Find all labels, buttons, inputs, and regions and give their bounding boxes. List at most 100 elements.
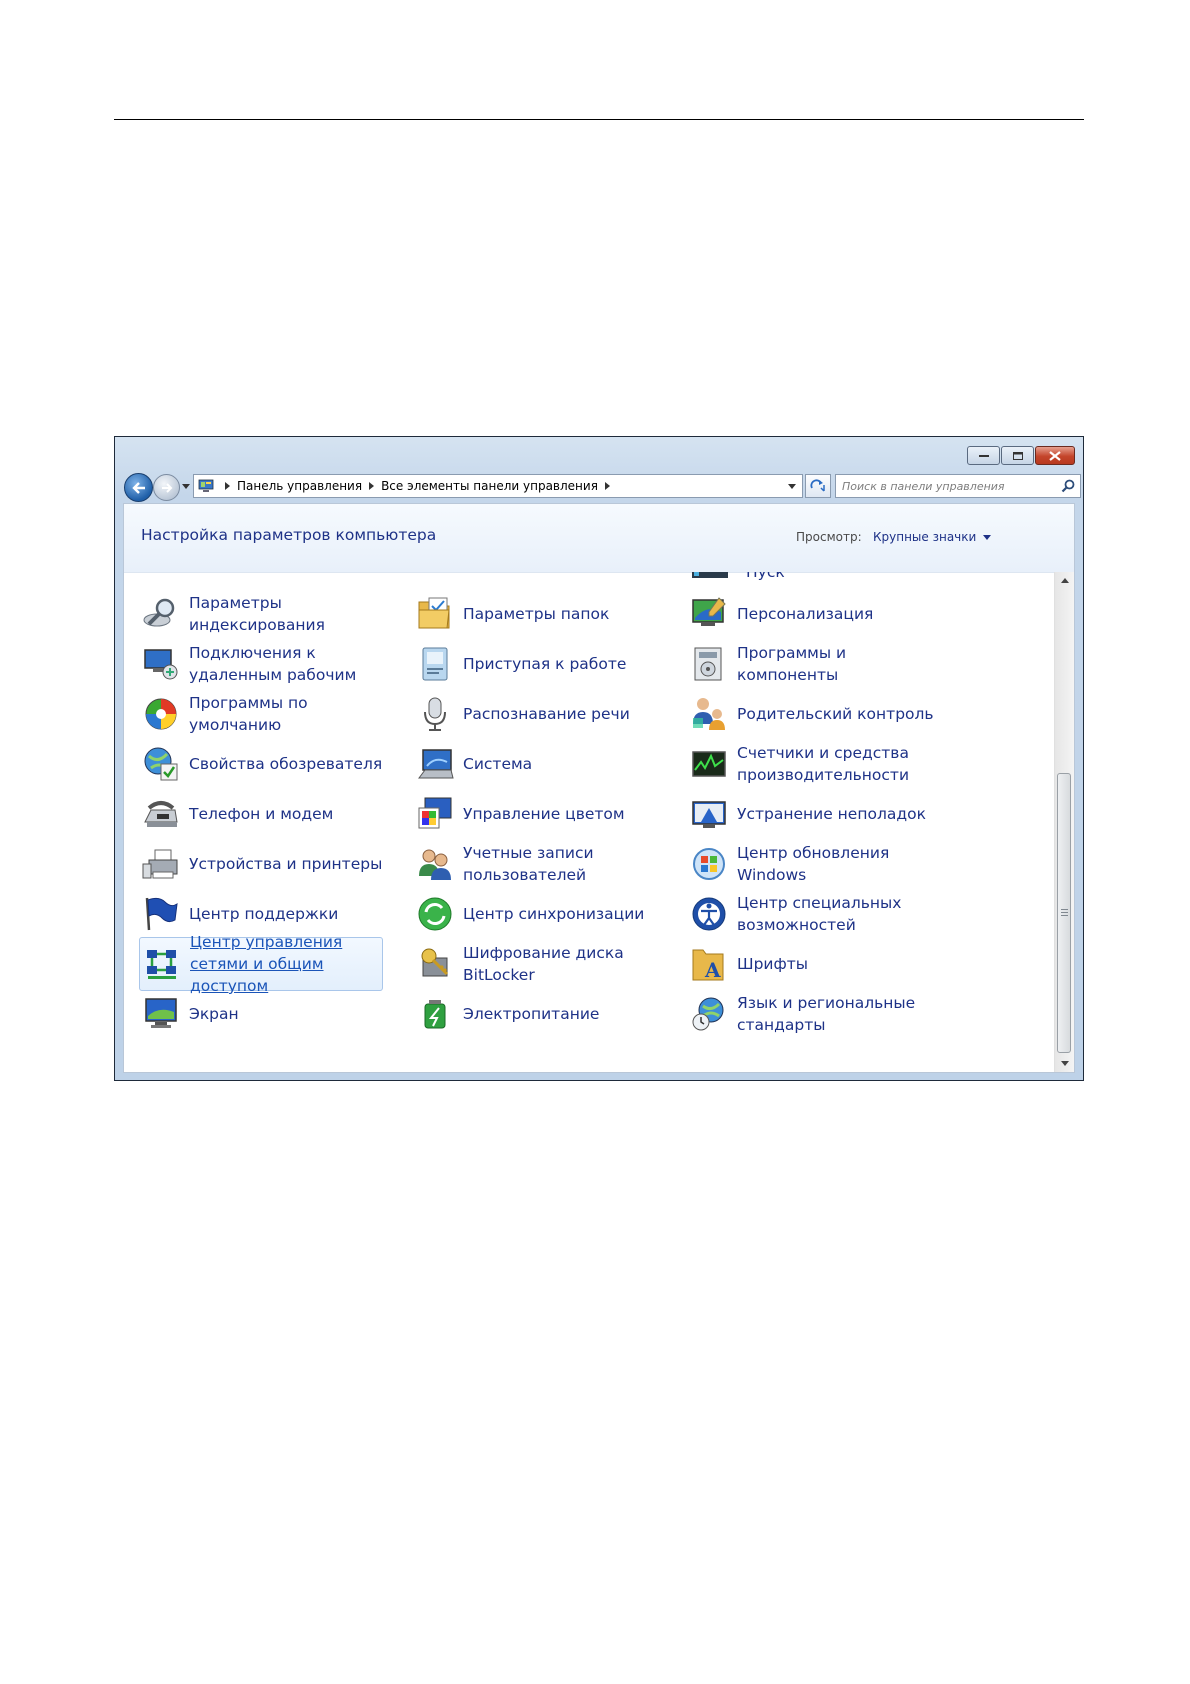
search-icon[interactable] [1061,479,1075,493]
item-network-sharing-center[interactable]: Центр управления сетями и общим доступом [139,933,383,995]
item-label[interactable]: Управление цветом [463,803,668,825]
item-programs-features[interactable]: Программы и компоненты [689,639,942,689]
search-input[interactable] [842,478,1047,494]
item-color-management[interactable]: Управление цветом [415,789,668,839]
address-dropdown-icon[interactable] [788,484,796,489]
content-pane: Настройка параметров компьютера Просмотр… [123,503,1075,1073]
start-menu-icon[interactable] [692,572,728,580]
item-label[interactable]: Центр управления сетями и общим доступом [190,931,382,997]
item-label[interactable]: Свойства обозревателя [189,753,394,775]
item-label[interactable]: Центр поддержки [189,903,394,925]
item-default-programs[interactable]: Программы по умолчанию [141,689,394,739]
windows-update-icon [693,848,725,880]
back-button[interactable] [124,473,153,502]
breadcrumb-all-items[interactable]: Все элементы панели управления [381,479,598,493]
partial-item-icon[interactable] [146,572,176,574]
scroll-up-button[interactable] [1055,572,1074,589]
item-user-accounts[interactable]: Учетные записи пользователей [415,839,668,889]
item-performance[interactable]: Счетчики и средства производительности [689,739,942,789]
item-folder-options[interactable]: Параметры папок [415,589,668,639]
item-getting-started[interactable]: Приступая к работе [415,639,668,689]
item-label[interactable]: Распознавание речи [463,703,668,725]
item-label[interactable]: Счетчики и средства производительности [737,742,942,786]
scroll-down-button[interactable] [1055,1055,1074,1072]
item-fonts[interactable]: A Шрифты [689,939,942,989]
item-label[interactable]: Экран [189,1003,394,1025]
refresh-button[interactable] [805,474,831,498]
chevron-down-icon[interactable] [983,534,992,540]
item-label[interactable]: Устройства и принтеры [189,853,394,875]
network-center-icon [147,950,176,979]
indexing-options-icon [143,598,175,627]
close-icon [1049,450,1061,461]
item-label[interactable]: Приступая к работе [463,653,668,675]
maximize-icon [1012,451,1023,460]
item-label[interactable]: Центр специальных возможностей [737,892,942,936]
item-internet-options[interactable]: Свойства обозревателя [141,739,394,789]
item-label[interactable]: Параметры папок [463,603,668,625]
action-center-flag-icon [145,897,178,931]
search-box[interactable] [835,474,1081,498]
item-label[interactable]: Язык и региональные стандарты [737,992,942,1036]
fonts-icon: A [692,949,724,982]
item-region-language[interactable]: Язык и региональные стандарты [689,989,942,1039]
item-label[interactable]: Программы и компоненты [737,642,942,686]
item-power-options[interactable]: Электропитание [415,989,668,1039]
minimize-button[interactable] [967,446,1000,465]
item-devices-printers[interactable]: Устройства и принтеры [141,839,394,889]
control-panel-icon [198,479,214,492]
scroll-up-arrow-icon [1060,578,1069,583]
item-label[interactable]: Центр обновления Windows [737,842,942,886]
breadcrumb-separator-icon[interactable] [369,482,375,490]
start-menu-label[interactable]: Пуск [746,572,785,581]
item-label[interactable]: Устранение неполадок [737,803,942,825]
item-ease-of-access[interactable]: Центр специальных возможностей [689,889,942,939]
view-mode-value[interactable]: Крупные значки [873,530,976,544]
item-windows-update[interactable]: Центр обновления Windows [689,839,942,889]
item-personalization[interactable]: Персонализация [689,589,942,639]
address-bar[interactable]: Панель управления Все элементы панели уп… [193,474,803,498]
breadcrumb-control-panel[interactable]: Панель управления [237,479,362,493]
item-label[interactable]: Параметры индексирования [189,592,394,636]
item-phone-modem[interactable]: Телефон и модем [141,789,394,839]
item-indexing-options[interactable]: Параметры индексирования [141,589,394,639]
item-sync-center[interactable]: Центр синхронизации [415,889,668,939]
item-label[interactable]: Подключения к удаленным рабочим [189,642,394,686]
power-options-icon [424,1000,446,1029]
item-system[interactable]: Система [415,739,668,789]
item-speech-recognition[interactable]: Распознавание речи [415,689,668,739]
recent-pages-dropdown-icon[interactable] [180,480,192,492]
breadcrumb-separator-icon[interactable] [225,482,230,490]
item-remote-desktop[interactable]: Подключения к удаленным рабочим [141,639,394,689]
maximize-button[interactable] [1001,446,1034,465]
item-troubleshooting[interactable]: Устранение неполадок [689,789,942,839]
view-mode-select[interactable]: Крупные значки [873,530,992,544]
item-label[interactable]: Учетные записи пользователей [463,842,668,886]
scrollbar-thumb[interactable] [1057,773,1071,1053]
item-label[interactable]: Шифрование диска BitLocker [463,942,668,986]
color-management-icon [418,797,452,829]
item-label[interactable]: Телефон и модем [189,803,394,825]
partial-item-icon[interactable] [418,572,448,574]
item-label[interactable]: Программы по умолчанию [189,692,394,736]
item-parental-controls[interactable]: Родительский контроль [689,689,942,739]
folder-options-icon [418,597,450,629]
page-top-rule [114,119,1084,120]
item-label[interactable]: Персонализация [737,603,942,625]
close-button[interactable] [1035,446,1075,465]
remote-desktop-icon [144,649,178,680]
breadcrumb-separator-icon[interactable] [604,482,610,490]
item-label[interactable]: Система [463,753,668,775]
forward-button[interactable] [153,474,180,501]
item-label[interactable]: Родительский контроль [737,703,942,725]
item-label[interactable]: Электропитание [463,1003,668,1025]
vertical-scrollbar[interactable] [1054,572,1074,1072]
default-programs-icon [145,698,177,730]
bitlocker-key-icon [421,948,449,977]
page-title: Настройка параметров компьютера [141,526,437,544]
item-label[interactable]: Центр синхронизации [463,903,668,925]
item-display[interactable]: Экран [141,989,394,1039]
devices-printers-icon [142,849,178,879]
item-label[interactable]: Шрифты [737,953,942,975]
item-bitlocker[interactable]: Шифрование диска BitLocker [415,939,668,989]
